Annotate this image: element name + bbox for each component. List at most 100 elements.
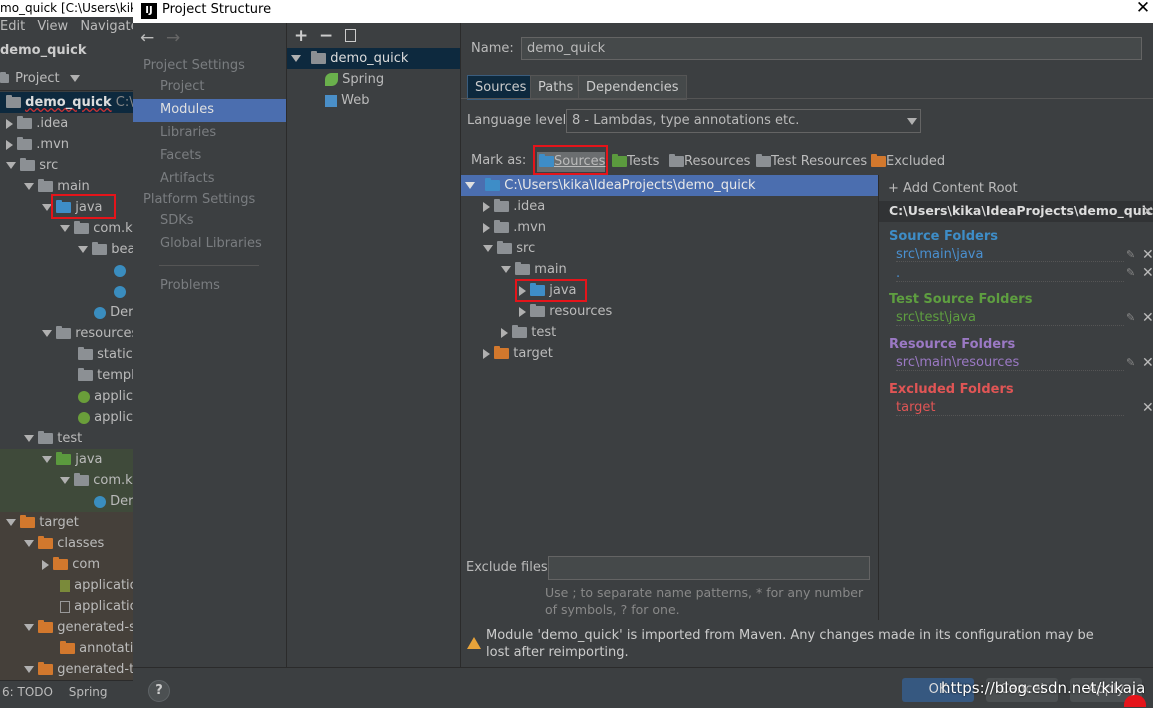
- tree-root-demo-quick[interactable]: demo_quick C:\Us: [0, 92, 133, 113]
- highlight-sources-box: [533, 145, 608, 175]
- todo-tab[interactable]: 6: TODO: [2, 685, 53, 699]
- content-tree-test[interactable]: test: [501, 322, 556, 343]
- tree-item-application-yml[interactable]: applicatio: [60, 596, 133, 617]
- close-icon[interactable]: ✕: [1133, 0, 1153, 19]
- module-folder-icon: [6, 95, 21, 108]
- nav-artifacts[interactable]: Artifacts: [160, 168, 215, 190]
- tree-item-bean[interactable]: bea: [78, 239, 133, 260]
- class-icon[interactable]: [114, 265, 126, 277]
- tree-item-package[interactable]: com.ki: [60, 218, 133, 239]
- menu-edit[interactable]: Edit: [0, 19, 25, 34]
- tree-item-test-java[interactable]: java: [42, 449, 103, 470]
- content-tree-idea[interactable]: .idea: [483, 196, 545, 217]
- content-root-row[interactable]: C:\Users\kika\IdeaProjects\demo_quick: [461, 175, 878, 196]
- remove-root-close-icon[interactable]: ✕: [1142, 205, 1153, 219]
- excluded-folder-icon: [20, 515, 36, 528]
- module-facet-web[interactable]: Web: [325, 90, 369, 111]
- tree-item-application-1[interactable]: applica: [78, 386, 133, 407]
- tree-item-generated-sources[interactable]: generated-so: [24, 617, 133, 638]
- remove-icon[interactable]: −: [319, 26, 333, 46]
- tree-item-resources[interactable]: resources: [42, 323, 133, 344]
- web-icon: [325, 94, 337, 107]
- chevron-down-icon: [78, 246, 88, 253]
- warning-icon: [467, 637, 481, 649]
- add-icon[interactable]: +: [294, 26, 308, 46]
- tree-item-classes[interactable]: classes: [24, 533, 104, 554]
- tab-paths[interactable]: Paths: [530, 75, 582, 100]
- menu-navigate[interactable]: Navigate: [80, 19, 133, 34]
- tree-item-test[interactable]: test: [24, 428, 82, 449]
- edit-pencil-icon[interactable]: ✎: [1126, 249, 1136, 261]
- tree-item-application-2[interactable]: applic: [78, 407, 133, 428]
- tree-item-src[interactable]: src: [6, 155, 58, 176]
- tree-item-annotations[interactable]: annotatio: [60, 638, 133, 659]
- edit-pencil-icon[interactable]: ✎: [1126, 267, 1136, 279]
- content-tree-main[interactable]: main: [501, 259, 567, 280]
- tree-item-test-class[interactable]: Der: [94, 491, 133, 512]
- remove-test-icon[interactable]: ✕: [1142, 311, 1153, 325]
- tree-item-idea[interactable]: .idea: [6, 113, 68, 134]
- add-content-root-button[interactable]: + Add Content Root: [888, 181, 1018, 197]
- forward-arrow-icon[interactable]: →: [166, 28, 180, 48]
- class-icon[interactable]: [114, 286, 126, 298]
- chevron-down-icon: [60, 225, 70, 232]
- module-tree-root[interactable]: demo_quick: [287, 48, 460, 69]
- language-level-select[interactable]: 8 - Lambdas, type annotations etc.: [566, 109, 921, 133]
- source-folder-divider: [896, 281, 1124, 282]
- remove-source-icon[interactable]: ✕: [1142, 248, 1153, 262]
- tree-item-test-package[interactable]: com.ki: [60, 470, 133, 491]
- menu-view[interactable]: View: [37, 19, 68, 34]
- tree-item-demo-class[interactable]: Der: [94, 302, 133, 323]
- excluded-folder-icon: [60, 641, 75, 654]
- tree-item-generated-test[interactable]: generated-te: [24, 659, 133, 680]
- mark-as-tests-button[interactable]: Tests: [612, 151, 659, 172]
- nav-facets[interactable]: Facets: [160, 145, 201, 167]
- csdn-watermark: https://blog.csdn.net/kikajack: [941, 679, 1145, 697]
- content-tree-src[interactable]: src: [483, 238, 535, 259]
- edit-pencil-icon[interactable]: ✎: [1126, 312, 1136, 324]
- tab-dependencies[interactable]: Dependencies: [578, 75, 687, 100]
- tab-sources[interactable]: Sources: [467, 75, 535, 100]
- resource-folder-icon: [530, 304, 546, 317]
- name-input[interactable]: demo_quick: [521, 37, 1142, 60]
- nav-libraries[interactable]: Libraries: [160, 122, 216, 144]
- project-view-selector[interactable]: Project: [0, 68, 133, 91]
- ide-project-panel: mo_quick [C:\Users\kik Edit View Navigat…: [0, 0, 133, 707]
- content-tree-target[interactable]: target: [483, 343, 553, 364]
- tree-item-mvn[interactable]: .mvn: [6, 134, 69, 155]
- package-icon: [74, 221, 90, 234]
- spring-tab[interactable]: Spring: [69, 685, 108, 699]
- tree-item-target[interactable]: target: [6, 512, 79, 533]
- excluded-folder-icon: [53, 557, 69, 570]
- panel-splitter[interactable]: [878, 175, 879, 620]
- tree-item-static[interactable]: static: [78, 344, 133, 365]
- exclude-files-input[interactable]: [548, 556, 870, 580]
- folder-icon: [17, 137, 33, 150]
- nav-sdks[interactable]: SDKs: [160, 210, 194, 232]
- tree-item-com[interactable]: com: [42, 554, 100, 575]
- remove-excluded-icon[interactable]: ✕: [1142, 401, 1153, 415]
- chevron-down-icon: [6, 162, 16, 169]
- copy-icon[interactable]: [345, 29, 356, 42]
- module-facet-spring[interactable]: Spring: [325, 69, 384, 90]
- nav-global-libraries[interactable]: Global Libraries: [160, 233, 262, 255]
- edit-pencil-icon[interactable]: ✎: [1126, 357, 1136, 369]
- mark-as-test-resources-button[interactable]: Test Resources: [756, 151, 867, 172]
- folder-icon: [512, 325, 528, 338]
- tree-item-templates[interactable]: templa: [78, 365, 133, 386]
- remove-resource-icon[interactable]: ✕: [1142, 356, 1153, 370]
- help-button[interactable]: ?: [148, 680, 170, 702]
- tree-item-application-prop[interactable]: applicatio: [60, 575, 133, 596]
- ide-breadcrumb-project[interactable]: demo_quick: [0, 40, 86, 62]
- nav-modules[interactable]: Modules: [160, 99, 214, 121]
- content-tree-mvn[interactable]: .mvn: [483, 217, 546, 238]
- nav-project[interactable]: Project: [160, 76, 204, 98]
- mark-as-resources-button[interactable]: Resources: [669, 151, 750, 172]
- back-arrow-icon[interactable]: ←: [140, 28, 154, 48]
- mark-as-excluded-button[interactable]: Excluded: [871, 151, 945, 172]
- nav-problems[interactable]: Problems: [160, 275, 220, 297]
- folder-icon: [515, 262, 531, 275]
- excluded-folder-icon: [38, 620, 54, 633]
- remove-source-icon[interactable]: ✕: [1142, 266, 1153, 280]
- content-tree-resources[interactable]: resources: [519, 301, 612, 322]
